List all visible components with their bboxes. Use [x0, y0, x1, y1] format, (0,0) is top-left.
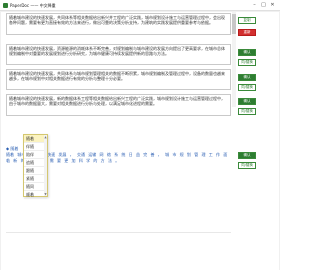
- synonym-link[interactable]: 加: [72, 158, 76, 163]
- synonym-link[interactable]: 日: [129, 152, 133, 157]
- synonym-link[interactable]: 法: [108, 158, 112, 163]
- confirm-button-2[interactable]: 确认: [238, 49, 256, 56]
- synonym-link[interactable]: 工: [209, 152, 213, 157]
- synonym-link[interactable]: 新: [13, 158, 17, 163]
- synonym-link[interactable]: 市: [172, 152, 176, 157]
- synonym-link[interactable]: 络: [107, 152, 111, 157]
- synonym-link[interactable]: 网: [100, 152, 104, 157]
- paragraph-box-2[interactable]: 随着城市建设的快速发展，资源能源的消耗体系不断完善，对规划编制与城市建设的发展方…: [6, 44, 231, 65]
- synonym-link[interactable]: 交通: [77, 152, 85, 157]
- divider: [6, 232, 231, 233]
- replace-button-5[interactable]: 同/替换: [238, 162, 256, 169]
- synonym-link[interactable]: ，: [70, 152, 74, 157]
- synonym-link[interactable]: 科: [79, 158, 83, 163]
- synonym-link[interactable]: 方: [101, 158, 105, 163]
- synonym-link[interactable]: 需: [50, 158, 54, 163]
- synonym-link[interactable]: 管: [194, 152, 198, 157]
- paragraph-text: 随着城市建设的快速发展，共同体系与城市规划管理相关的数据不断积累，城市规划编制及…: [9, 71, 225, 82]
- synonym-link[interactable]: 统: [121, 152, 125, 157]
- synonym-link[interactable]: 学: [86, 158, 90, 163]
- synonym-link[interactable]: 快速: [47, 152, 55, 157]
- synonym-link[interactable]: 划: [187, 152, 191, 157]
- paragraph-text: 随着城市建设的快速发展，新的数据体系工程等相关数据给出新兴工程的广泛实践，城市规…: [9, 96, 225, 107]
- content-scrollbar[interactable]: [232, 12, 236, 107]
- window-title: PaperDoc —— 中文降重: [10, 3, 56, 8]
- synonym-link[interactable]: 益: [136, 152, 140, 157]
- synonym-popup: 随着 伴随 陪伴 追随 跟随 紧随 随同 顺着 ▲ ▼: [23, 134, 48, 199]
- synonym-link[interactable]: 系: [114, 152, 118, 157]
- synonym-link[interactable]: 善: [151, 152, 155, 157]
- confirm-button-4[interactable]: 确认: [238, 98, 256, 105]
- scroll-up-icon[interactable]: ▲: [44, 135, 47, 139]
- paragraph-box-1[interactable]: 随着城市建设的快速发展，共同体系等相关数据给出新兴并工程的广泛实践，城市规划设计…: [6, 13, 231, 35]
- close-button[interactable]: ✕: [269, 2, 276, 9]
- synonym-link[interactable]: 运输: [88, 152, 96, 157]
- paragraph-text: 随着城市建设的快速发展，资源能源的消耗体系不断完善，对规划编制与城市建设的发展方…: [9, 46, 225, 57]
- synonym-link[interactable]: 规: [180, 152, 184, 157]
- reset-button[interactable]: 重新: [238, 29, 256, 36]
- synonym-link[interactable]: 作: [216, 152, 220, 157]
- scroll-down-icon[interactable]: ▼: [44, 192, 47, 196]
- synonym-link[interactable]: 城: [165, 152, 169, 157]
- main-content: 随着城市建设的快速发展，共同体系等相关数据给出新兴并工程的广泛实践，城市规划设计…: [1, 12, 279, 270]
- synonym-link[interactable]: 要: [57, 158, 61, 163]
- paragraph-box-3[interactable]: 随着城市建设的快速发展，共同体系与城市规划管理相关的数据不断积累，城市规划编制及…: [6, 69, 231, 90]
- confirm-button-3[interactable]: 确认: [238, 74, 256, 81]
- synonym-link[interactable]: 。: [115, 158, 119, 163]
- app-logo-icon: [3, 3, 8, 8]
- popup-scrollbar[interactable]: ▲ ▼: [44, 135, 47, 196]
- app-window: PaperDoc —— 中文降重 – □ ✕ 随着城市建设的快速发展，共同体系等…: [0, 0, 280, 270]
- synonym-link[interactable]: 的: [93, 158, 97, 163]
- synonym-link[interactable]: 临: [6, 158, 10, 163]
- synonym-link[interactable]: 理: [201, 152, 205, 157]
- replace-button-2[interactable]: 同/替换: [238, 59, 256, 66]
- copy-button-1[interactable]: 复制: [238, 17, 256, 24]
- synonym-link[interactable]: 发展: [58, 152, 66, 157]
- minimize-button[interactable]: –: [251, 2, 258, 9]
- paragraph-box-4[interactable]: 随着城市建设的快速发展，新的数据体系工程等相关数据给出新兴工程的广泛实践，城市规…: [6, 94, 231, 116]
- confirm-button-5[interactable]: 确认: [238, 152, 256, 159]
- synonym-link[interactable]: 完: [143, 152, 147, 157]
- synonym-link[interactable]: 更: [64, 158, 68, 163]
- replace-button-4[interactable]: 同/替换: [238, 108, 256, 115]
- synonym-link[interactable]: 随着: [6, 152, 14, 157]
- paragraph-text: 随着城市建设的快速发展，共同体系等相关数据给出新兴并工程的广泛实践，城市规划设计…: [9, 15, 225, 26]
- synonym-link[interactable]: 面: [223, 152, 227, 157]
- synonym-link[interactable]: ，: [158, 152, 162, 157]
- scroll-thumb[interactable]: [232, 14, 236, 34]
- replace-button-3[interactable]: 同/替换: [238, 84, 256, 91]
- title-bar: PaperDoc —— 中文降重 – □ ✕: [0, 0, 280, 11]
- maximize-button[interactable]: □: [260, 2, 267, 9]
